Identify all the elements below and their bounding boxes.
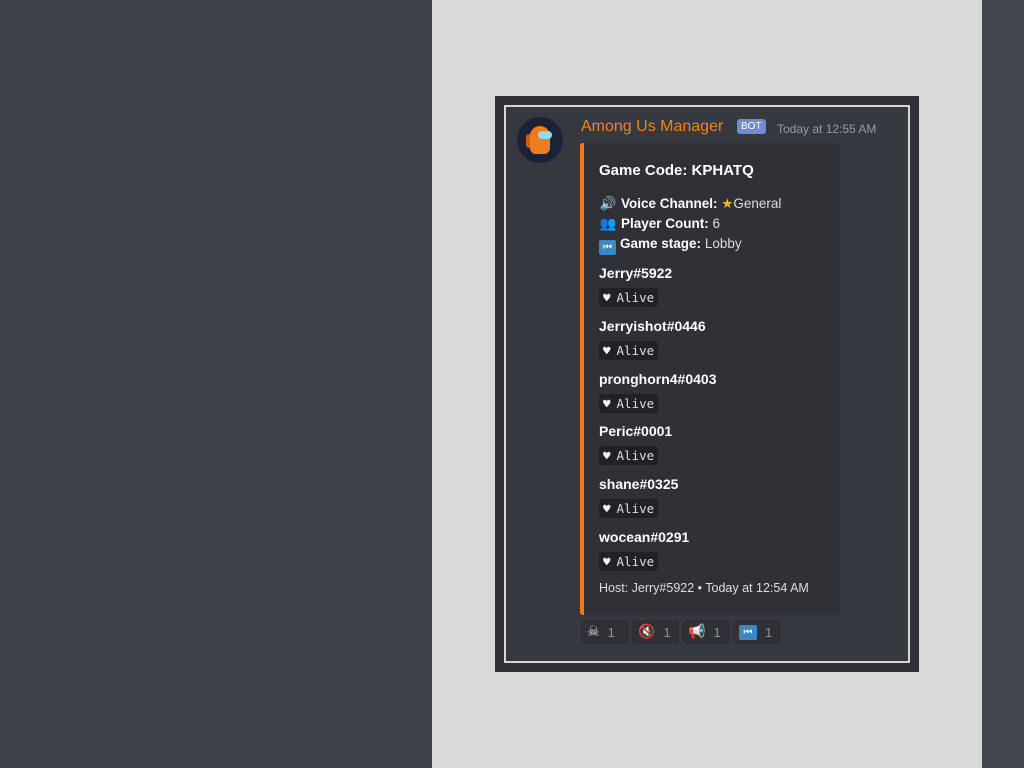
reaction-count: 1 (663, 624, 671, 640)
bot-tag: BOT (737, 119, 766, 134)
player-name: pronghorn4#0403 (599, 371, 717, 387)
background-right (982, 0, 1024, 768)
people-icon: 👥 (599, 216, 617, 231)
star-icon: ★ (721, 196, 734, 211)
voice-channel-value: General (733, 196, 782, 211)
game-stage-value: Lobby (704, 236, 742, 251)
player-status: ♥ Alive (599, 552, 659, 571)
voice-channel-label: Voice Channel: (621, 196, 718, 211)
reaction-rewind[interactable]: ⏮ 1 (733, 620, 781, 644)
heart-icon: ♥ (603, 343, 611, 358)
player-count-field: 👥 Player Count: 6 (599, 216, 720, 232)
muted-speaker-icon: 🔇 (638, 624, 656, 640)
player-name: Peric#0001 (599, 423, 673, 439)
heart-icon: ♥ (603, 501, 611, 516)
player-status: ♥ Alive (599, 446, 659, 465)
embed-footer: Host: Jerry#5922 • Today at 12:54 AM (599, 581, 809, 595)
player-name: Jerry#5922 (599, 265, 673, 281)
message-username[interactable]: Among Us Manager (581, 118, 723, 136)
crewmate-visor (538, 131, 552, 139)
heart-icon: ♥ (603, 448, 611, 463)
heart-icon: ♥ (603, 290, 611, 305)
player-status: ♥ Alive (599, 394, 659, 413)
reaction-count: 1 (713, 624, 721, 640)
voice-channel-field: 🔊 Voice Channel: ★General (599, 196, 782, 212)
player-status: ♥ Alive (599, 341, 659, 360)
player-status: ♥ Alive (599, 499, 659, 518)
background-left (0, 0, 432, 768)
reaction-count: 1 (765, 624, 773, 640)
speaker-icon: 🔊 (599, 196, 617, 211)
heart-icon: ♥ (603, 396, 611, 411)
player-name: wocean#0291 (599, 529, 690, 545)
skull-crossbones-icon: ☠ (587, 624, 600, 640)
embed-title: Game Code: KPHATQ (599, 162, 754, 179)
rewind-icon: ⏮ (599, 240, 616, 255)
game-stage-field: ⏮ Game stage: Lobby (599, 236, 742, 255)
player-name: Jerryishot#0446 (599, 318, 706, 334)
message-timestamp[interactable]: Today at 12:55 AM (777, 122, 876, 136)
bot-avatar[interactable] (517, 117, 563, 163)
reaction-skull[interactable]: ☠ 1 (581, 620, 629, 644)
player-status: ♥ Alive (599, 288, 659, 307)
player-count-label: Player Count: (621, 216, 709, 231)
heart-icon: ♥ (603, 554, 611, 569)
player-name: shane#0325 (599, 476, 679, 492)
player-count-value: 6 (712, 216, 721, 231)
reaction-count: 1 (607, 624, 615, 640)
reaction-mute[interactable]: 🔇 1 (632, 620, 679, 644)
rewind-icon: ⏮ (739, 624, 757, 640)
megaphone-icon: 📢 (688, 624, 706, 640)
game-stage-label: Game stage: (620, 236, 702, 251)
reaction-megaphone[interactable]: 📢 1 (682, 620, 730, 644)
